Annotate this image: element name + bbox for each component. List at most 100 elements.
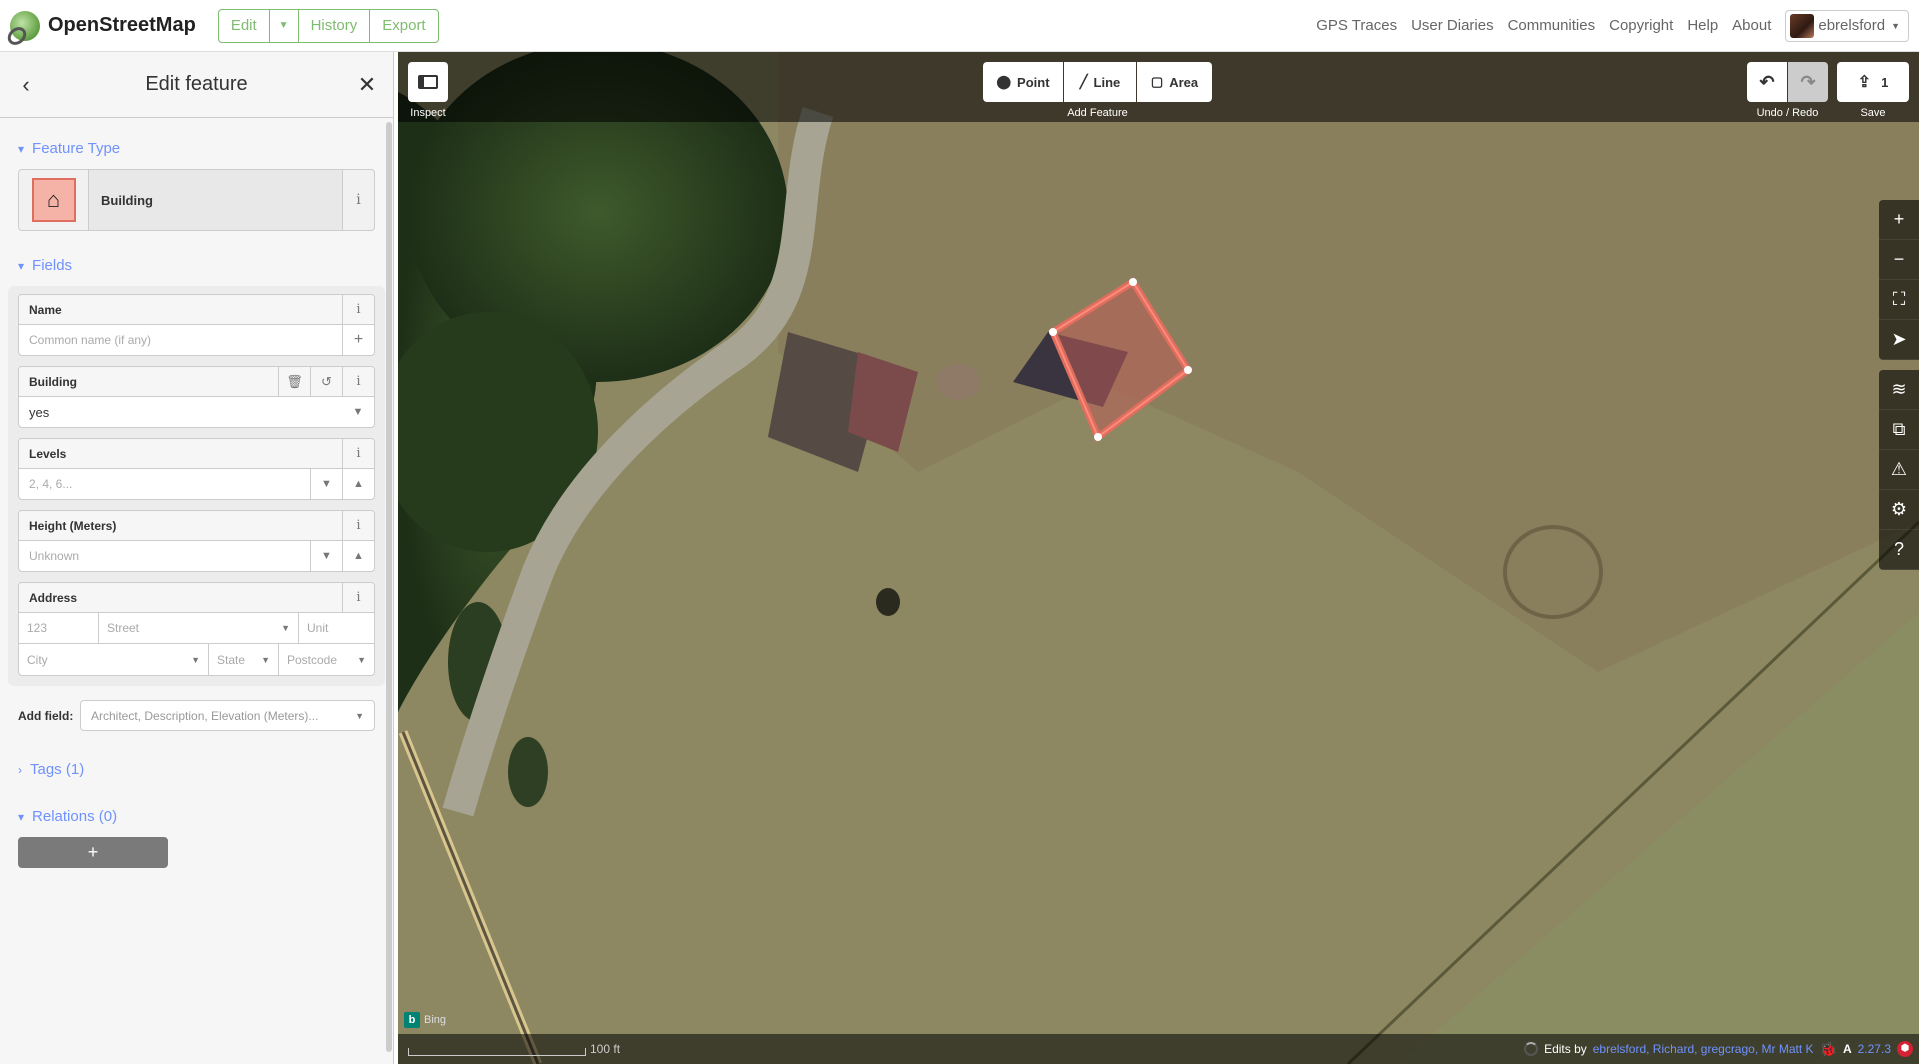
height-label: Height (Meters): [29, 518, 117, 533]
map-view[interactable]: Inspect ⬤ Point ╱ Line ▢ Area Add Feature ↶…: [398, 52, 1919, 1064]
redo-button[interactable]: ↷: [1788, 62, 1828, 102]
height-input[interactable]: Unknown: [19, 541, 310, 571]
house-icon: ⌂: [31, 178, 76, 222]
chevron-right-icon: ›: [18, 762, 22, 777]
state-input: State: [217, 652, 246, 667]
levels-field: Levels i 2, 4, 6... ▼ ▲: [18, 438, 375, 500]
sidebar-scrollbar[interactable]: [386, 122, 392, 1052]
add-field-combo[interactable]: Architect, Description, Elevation (Meter…: [80, 700, 375, 731]
background-pane-button[interactable]: ≋: [1879, 370, 1919, 410]
info-icon[interactable]: i: [342, 295, 374, 324]
plus-icon[interactable]: +: [342, 325, 374, 355]
info-icon[interactable]: i: [342, 170, 374, 230]
scale-line: [408, 1048, 586, 1056]
line-label: Line: [1093, 74, 1121, 90]
back-chevron-icon[interactable]: ‹: [14, 72, 38, 98]
info-icon[interactable]: i: [342, 583, 374, 612]
postcode-combo[interactable]: Postcode ▼: [279, 644, 374, 675]
undo-icon[interactable]: ↺: [310, 367, 342, 396]
zoom-in-button[interactable]: +: [1879, 200, 1919, 240]
undo-redo-label: Undo / Redo: [1756, 107, 1819, 119]
add-area-button[interactable]: ▢ Area: [1137, 62, 1212, 102]
vertex-handle[interactable]: [1094, 433, 1102, 441]
history-button[interactable]: History: [299, 9, 371, 42]
edit-button[interactable]: Edit: [219, 9, 270, 42]
translate-icon[interactable]: A: [1843, 1042, 1852, 1056]
name-input[interactable]: Common name (if any): [19, 325, 342, 355]
bug-report-icon[interactable]: 🐞: [1820, 1041, 1837, 1058]
nav-link-user-diaries[interactable]: User Diaries: [1411, 17, 1494, 34]
layers-icon: ≋: [1891, 379, 1907, 399]
unit-input[interactable]: Unit: [299, 613, 374, 643]
info-icon[interactable]: i: [342, 439, 374, 468]
levels-label: Levels: [29, 446, 67, 461]
vertex-handle[interactable]: [1184, 366, 1192, 374]
chevron-down-icon: ▼: [191, 654, 200, 665]
vertex-handle[interactable]: [1129, 278, 1137, 286]
editors-link[interactable]: ebrelsford, Richard, gregcrago, Mr Matt …: [1593, 1042, 1814, 1056]
trash-icon[interactable]: 🗑: [278, 367, 310, 396]
sidebar-title: Edit feature: [145, 73, 248, 95]
plus-icon: +: [1893, 209, 1905, 229]
info-icon[interactable]: i: [342, 511, 374, 540]
zoom-to-selection-button[interactable]: ⛶: [1879, 280, 1919, 320]
state-combo[interactable]: State ▼: [209, 644, 279, 675]
close-icon[interactable]: ✕: [355, 72, 379, 98]
username: ebrelsford: [1818, 17, 1886, 34]
map-data-pane-button[interactable]: ⧉: [1879, 410, 1919, 450]
relations-section-toggle[interactable]: ▾ Relations (0): [18, 808, 375, 825]
nav-link-help[interactable]: Help: [1687, 17, 1718, 34]
osm-logo[interactable]: OpenStreetMap: [10, 10, 196, 41]
levels-input[interactable]: 2, 4, 6...: [19, 469, 310, 499]
chevron-down-icon: ▼: [357, 654, 366, 665]
building-combo-input[interactable]: yes: [19, 397, 342, 427]
help-pane-button[interactable]: ?: [1879, 530, 1919, 570]
chevron-down-icon: ▾: [18, 809, 25, 824]
info-icon[interactable]: i: [342, 367, 374, 396]
user-menu-button[interactable]: ebrelsford ▼: [1785, 9, 1909, 42]
preferences-pane-button[interactable]: ⚙: [1879, 490, 1919, 530]
version-link[interactable]: 2.27.3: [1858, 1042, 1891, 1056]
scale-bar[interactable]: 100 ft: [408, 1042, 620, 1056]
map-footer: 100 ft Edits by ebrelsford, Richard, gre…: [398, 1034, 1919, 1064]
tags-section-toggle[interactable]: › Tags (1): [18, 761, 375, 778]
geolocate-button[interactable]: ➤: [1879, 320, 1919, 360]
brand-name: OpenStreetMap: [48, 14, 196, 36]
fields-section-toggle[interactable]: ▾ Fields: [18, 257, 375, 274]
zoom-out-button[interactable]: −: [1879, 240, 1919, 280]
inspect-button[interactable]: [408, 62, 448, 102]
decrement-icon[interactable]: ▼: [310, 541, 342, 571]
add-line-button[interactable]: ╱ Line: [1064, 62, 1136, 102]
chevron-down-icon[interactable]: ▼: [342, 397, 374, 427]
street-combo[interactable]: Street ▼: [99, 613, 299, 643]
city-combo[interactable]: City ▼: [19, 644, 209, 675]
housenumber-input[interactable]: 123: [19, 613, 99, 643]
edit-dropdown-chevron-icon[interactable]: ▼: [270, 9, 299, 42]
add-field-label: Add field:: [18, 708, 74, 723]
sidebar: ‹ Edit feature ✕ ▾ Feature Type ⌂ Buildi…: [0, 52, 394, 1064]
location-arrow-icon: ➤: [1891, 329, 1907, 349]
increment-icon[interactable]: ▲: [342, 469, 374, 499]
nav-link-gps-traces[interactable]: GPS Traces: [1316, 17, 1397, 34]
new-version-badge-icon[interactable]: ⬢: [1897, 1041, 1913, 1057]
nav-link-about[interactable]: About: [1732, 17, 1771, 34]
vertex-handle[interactable]: [1049, 328, 1057, 336]
bing-attribution[interactable]: b Bing: [404, 1012, 446, 1028]
postcode-input: Postcode: [287, 652, 338, 667]
sidebar-toggle-icon: [418, 75, 438, 89]
increment-icon[interactable]: ▲: [342, 541, 374, 571]
export-button[interactable]: Export: [370, 10, 437, 42]
add-relation-button[interactable]: +: [18, 837, 168, 868]
point-label: Point: [1017, 74, 1050, 90]
undo-button[interactable]: ↶: [1747, 62, 1787, 102]
nav-link-copyright[interactable]: Copyright: [1609, 17, 1673, 34]
issues-pane-button[interactable]: ⚠: [1879, 450, 1919, 490]
footer-right: Edits by ebrelsford, Richard, gregcrago,…: [1524, 1041, 1913, 1058]
feature-type-selector[interactable]: ⌂ Building i: [18, 169, 375, 231]
add-point-button[interactable]: ⬤ Point: [983, 62, 1063, 102]
add-field-input: Architect, Description, Elevation (Meter…: [91, 708, 319, 723]
save-button[interactable]: ⇪ 1: [1837, 62, 1909, 102]
nav-link-communities[interactable]: Communities: [1508, 17, 1596, 34]
decrement-icon[interactable]: ▼: [310, 469, 342, 499]
feature-type-section-toggle[interactable]: ▾ Feature Type: [18, 140, 375, 157]
